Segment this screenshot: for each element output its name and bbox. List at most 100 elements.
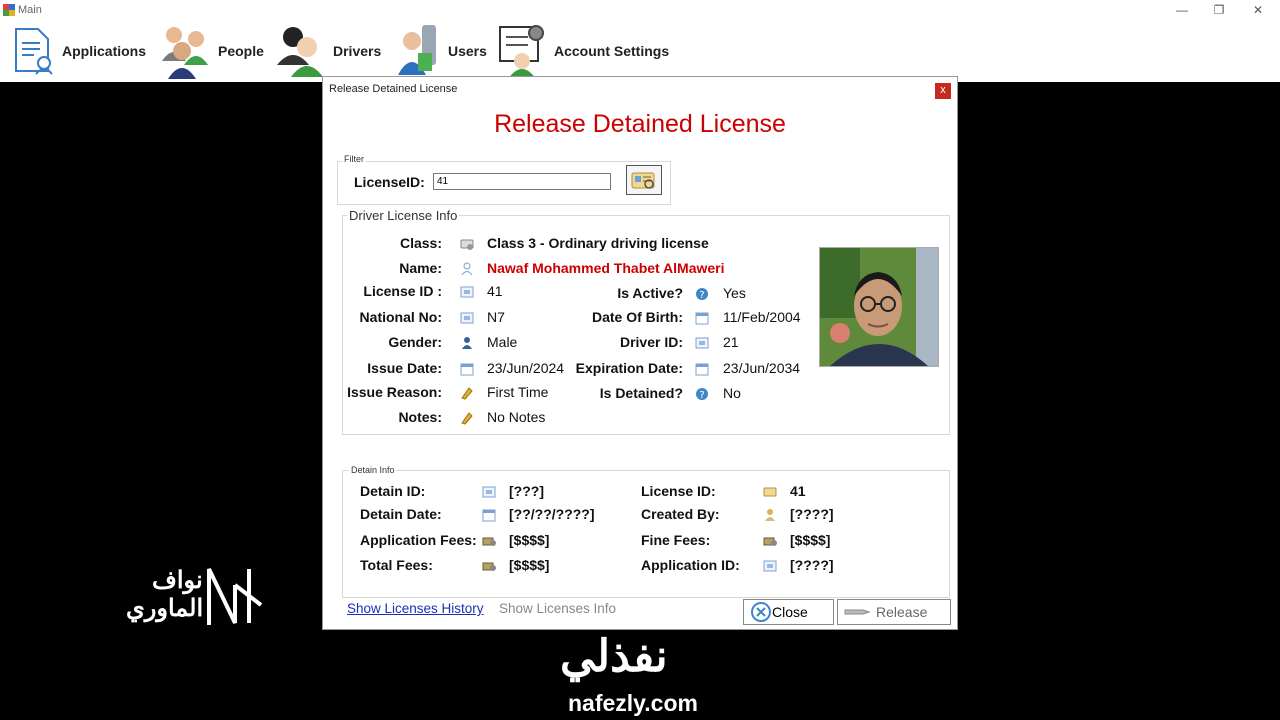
application-id-value: [????] [790, 557, 834, 573]
menu-applications[interactable]: Applications [12, 22, 146, 80]
class-label: Class: [399, 235, 442, 251]
users-icon [398, 25, 436, 75]
driver-id-value: 21 [723, 334, 739, 350]
show-licenses-history-link[interactable]: Show Licenses History [347, 601, 484, 616]
is-detained-value: No [723, 385, 741, 401]
applications-icon [15, 28, 53, 75]
total-fees-label: Total Fees: [360, 557, 433, 573]
expiration-date-icon [695, 363, 709, 376]
national-no-value: N7 [487, 309, 505, 325]
issue-date-label: Issue Date: [367, 360, 442, 376]
date-of-birth-value: 11/Feb/2004 [723, 309, 801, 325]
id-card-icon [460, 286, 474, 298]
license-id-value: 41 [487, 283, 503, 299]
brand-watermark-url: nafezly.com [568, 690, 698, 716]
window-title: Main [18, 4, 42, 16]
money-icon [482, 537, 496, 546]
window-titlebar: Main — ❐ ✕ [0, 0, 1280, 22]
close-button-label: Close [772, 604, 808, 620]
total-fees-value: [$$$$] [509, 557, 550, 573]
name-value: Nawaf Mohammed Thabet AlMaweri [487, 260, 725, 276]
detain-info-legend: Detain Info [349, 465, 397, 475]
detain-date-icon [482, 509, 496, 522]
license-card-icon [763, 487, 777, 497]
issue-reason-label: Issue Reason: [347, 384, 442, 400]
license-id-input[interactable] [433, 173, 611, 190]
driver-license-info-legend: Driver License Info [347, 208, 460, 223]
user-icon [765, 509, 775, 521]
account-settings-icon [499, 25, 544, 79]
license-search-icon [631, 172, 655, 189]
drivers-icon [277, 27, 323, 77]
menu-drivers[interactable]: Drivers [275, 22, 381, 80]
menu-account-settings-label: Account Settings [554, 43, 670, 59]
created-by-value: [????] [790, 506, 834, 522]
menu-people-label: People [218, 43, 264, 59]
date-of-birth-label: Date Of Birth: [592, 309, 683, 325]
notes-value: No Notes [487, 409, 546, 425]
expiration-date-value: 23/Jun/2034 [723, 360, 801, 376]
author-name-line2: الماوري [126, 595, 204, 622]
menu-drivers-label: Drivers [333, 43, 382, 59]
application-fees-value: [$$$$] [509, 532, 550, 548]
name-label: Name: [399, 260, 442, 276]
issue-reason-value: First Time [487, 384, 549, 400]
total-fees-money-icon [482, 562, 496, 571]
menu-applications-label: Applications [62, 43, 147, 59]
author-logo-icon [207, 568, 263, 625]
author-name-line1: نواف [152, 567, 203, 594]
release-icon [844, 609, 870, 615]
issue-date-value: 23/Jun/2024 [487, 360, 565, 376]
driver-id-label: Driver ID: [619, 334, 683, 350]
page-title: Release Detained License [494, 110, 786, 138]
driver-id-icon [695, 337, 709, 349]
person-icon [461, 262, 473, 276]
close-circle-icon [751, 602, 771, 622]
gender-label: Gender: [388, 334, 442, 350]
menu-users[interactable]: Users [396, 22, 487, 80]
national-no-label: National No: [359, 309, 442, 325]
restore-button[interactable]: ❐ [1204, 1, 1234, 21]
notes-icon [461, 412, 473, 425]
main-menu: Applications People Drivers Users Accoun… [0, 22, 1280, 82]
class-value: Class 3 - Ordinary driving license [487, 235, 709, 251]
detain-id-label: Detain ID: [360, 483, 426, 499]
detain-date-value: [??/??/????] [509, 506, 595, 522]
calendar-icon [460, 363, 474, 376]
dialog-close-button[interactable]: x [935, 83, 951, 99]
search-license-button[interactable] [626, 165, 662, 195]
application-id-label: Application ID: [641, 557, 740, 573]
app-icon [3, 4, 15, 16]
release-detained-license-dialog: Release Detained License x Release Detai… [322, 76, 958, 630]
release-button-label: Release [876, 604, 928, 620]
fine-fees-value: [$$$$] [790, 532, 831, 548]
application-id-icon [763, 560, 777, 572]
minimize-button[interactable]: — [1167, 1, 1197, 21]
people-icon [162, 27, 208, 79]
national-id-icon [460, 312, 474, 324]
filter-group: Filter LicenseID: [337, 154, 671, 205]
is-active-value: Yes [723, 285, 746, 301]
svg-text:?: ? [699, 290, 704, 301]
release-button[interactable]: Release [837, 599, 951, 625]
menu-users-label: Users [448, 43, 487, 59]
created-by-label: Created By: [641, 506, 720, 522]
is-detained-label: Is Detained? [599, 385, 683, 401]
menu-account-settings[interactable]: Account Settings [498, 22, 669, 80]
detain-id-icon [482, 486, 496, 498]
driver-photo [819, 247, 939, 367]
driver-photo-image [820, 248, 938, 366]
application-fees-label: Application Fees: [360, 532, 477, 548]
fine-fees-money-icon [763, 537, 777, 546]
is-active-label: Is Active? [617, 285, 683, 301]
show-licenses-info-link: Show Licenses Info [499, 601, 617, 616]
detain-date-label: Detain Date: [360, 506, 442, 522]
fine-fees-label: Fine Fees: [641, 532, 711, 548]
detained-question-icon: ? [696, 388, 708, 401]
menu-people[interactable]: People [160, 22, 264, 80]
dialog-title: Release Detained License [329, 83, 458, 95]
close-button[interactable]: Close [743, 599, 834, 625]
filter-legend: Filter [342, 154, 366, 164]
window-close-button[interactable]: ✕ [1243, 1, 1273, 21]
brand-watermark-arabic: نفذلي [560, 632, 668, 681]
